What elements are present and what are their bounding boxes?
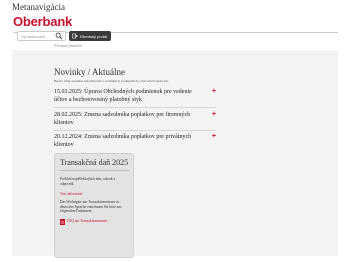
breadcrumb[interactable]: Firemná finančia [54,43,82,48]
pdf-file-icon[interactable] [60,219,65,225]
expand-plus-icon[interactable]: + [212,88,216,95]
client-portal-label: Klientský portál [80,33,108,39]
client-portal-button[interactable]: Klientský portál [69,31,111,41]
news-item[interactable]: 15.03.2025: Úprava Obchodných podmienok … [54,88,216,108]
news-item-text[interactable]: 28.02.2025: Zmena sadzobníka poplatkov p… [54,111,202,127]
card-more-info-link[interactable]: Viac informácií [60,192,82,196]
transaction-tax-card: Transakčná daň 2025 Prehľad najdôležitej… [54,153,134,258]
login-icon [72,33,78,39]
card-divider [59,170,129,171]
news-divider [54,107,216,108]
expand-plus-icon[interactable]: + [212,111,216,118]
news-item[interactable]: 28.02.2025: Zmena sadzobníka poplatkov p… [54,111,216,131]
news-item[interactable]: 20.12.2024: Zmena sadzobníka poplatkov p… [54,133,216,149]
card-title: Transakčná daň 2025 [60,158,129,167]
news-heading: Novinky / Aktuálne [54,67,125,77]
page-meta-title: Metanavigácia [12,2,65,12]
news-item-text[interactable]: 15.03.2025: Úprava Obchodných podmienok … [54,88,202,104]
news-intro-text: Buďte vždy aktuálne informovaní o novink… [54,79,169,83]
faq-document-link[interactable]: FAQ zur Transaktionssteuer [67,219,107,223]
oberbank-logo[interactable]: Oberbank [13,14,72,29]
card-description: Prehľad najdôležitejších tém, otázok a o… [60,177,116,186]
news-item-text[interactable]: 20.12.2024: Zmena sadzobníka poplatkov p… [54,133,202,149]
card-body-text: Das Wichtigste zur Transaktionssteuer in… [60,200,122,214]
news-divider [54,130,216,131]
expand-plus-icon[interactable]: + [212,133,216,140]
search-icon[interactable] [55,32,63,40]
